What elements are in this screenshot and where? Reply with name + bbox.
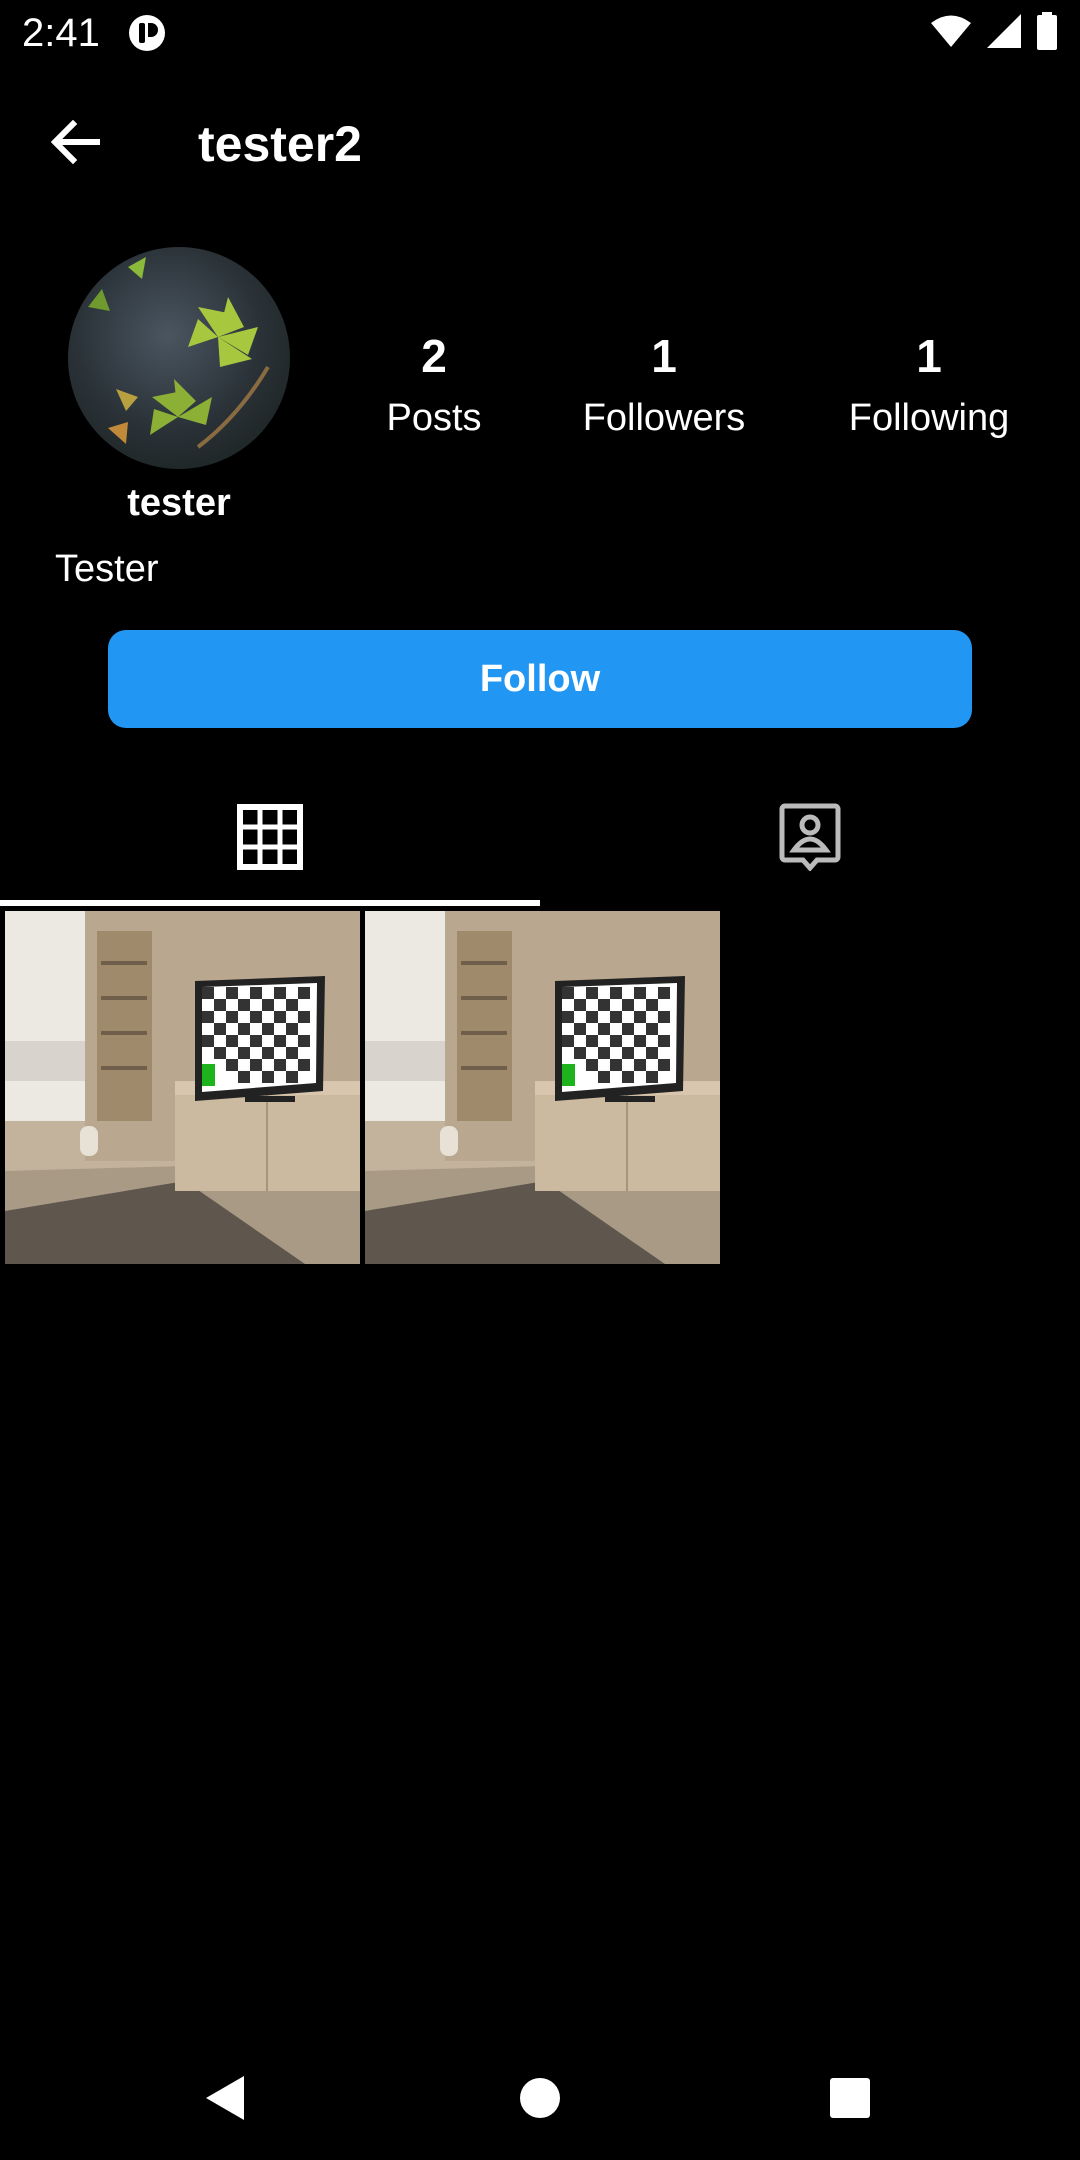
selected-tab-indicator	[0, 900, 540, 906]
nav-home-button[interactable]	[508, 2068, 572, 2132]
profile-tabs	[0, 772, 1080, 906]
nav-back-button[interactable]	[194, 2068, 258, 2132]
stat-following[interactable]: 1 Following	[836, 326, 1022, 446]
top-bar: tester2	[0, 96, 1080, 192]
stat-value: 1	[651, 330, 677, 382]
avatar[interactable]	[68, 247, 290, 469]
follow-button[interactable]: Follow	[108, 630, 972, 728]
post-thumbnail[interactable]	[365, 911, 720, 1264]
cell-signal-icon	[986, 13, 1022, 54]
tab-tagged[interactable]	[540, 772, 1080, 906]
stat-posts[interactable]: 2 Posts	[364, 326, 504, 446]
stat-label: Following	[848, 397, 1010, 439]
tab-posts-grid[interactable]	[0, 772, 540, 906]
status-time: 2:41	[22, 11, 100, 55]
nav-back-icon	[204, 2074, 248, 2127]
back-button[interactable]	[40, 116, 112, 172]
stat-label: Followers	[582, 397, 746, 439]
nav-home-icon	[519, 2077, 561, 2124]
arrow-left-icon	[50, 119, 101, 169]
app-notification-icon	[128, 14, 166, 52]
stat-value: 1	[916, 330, 942, 382]
page-title: tester2	[198, 116, 362, 172]
wifi-icon	[930, 14, 972, 53]
post-thumbnail[interactable]	[5, 911, 360, 1264]
system-nav-bar	[0, 2040, 1080, 2160]
bio: Tester	[55, 548, 159, 590]
stat-value: 2	[421, 330, 447, 382]
tagged-person-icon	[779, 803, 841, 876]
display-name: tester	[127, 482, 231, 524]
nav-recents-icon	[829, 2077, 871, 2124]
nav-recents-button[interactable]	[818, 2068, 882, 2132]
stat-label: Posts	[386, 397, 482, 439]
battery-icon	[1036, 11, 1058, 55]
status-bar: 2:41	[0, 0, 1080, 66]
grid-icon	[237, 803, 303, 875]
stat-followers[interactable]: 1 Followers	[568, 326, 760, 446]
